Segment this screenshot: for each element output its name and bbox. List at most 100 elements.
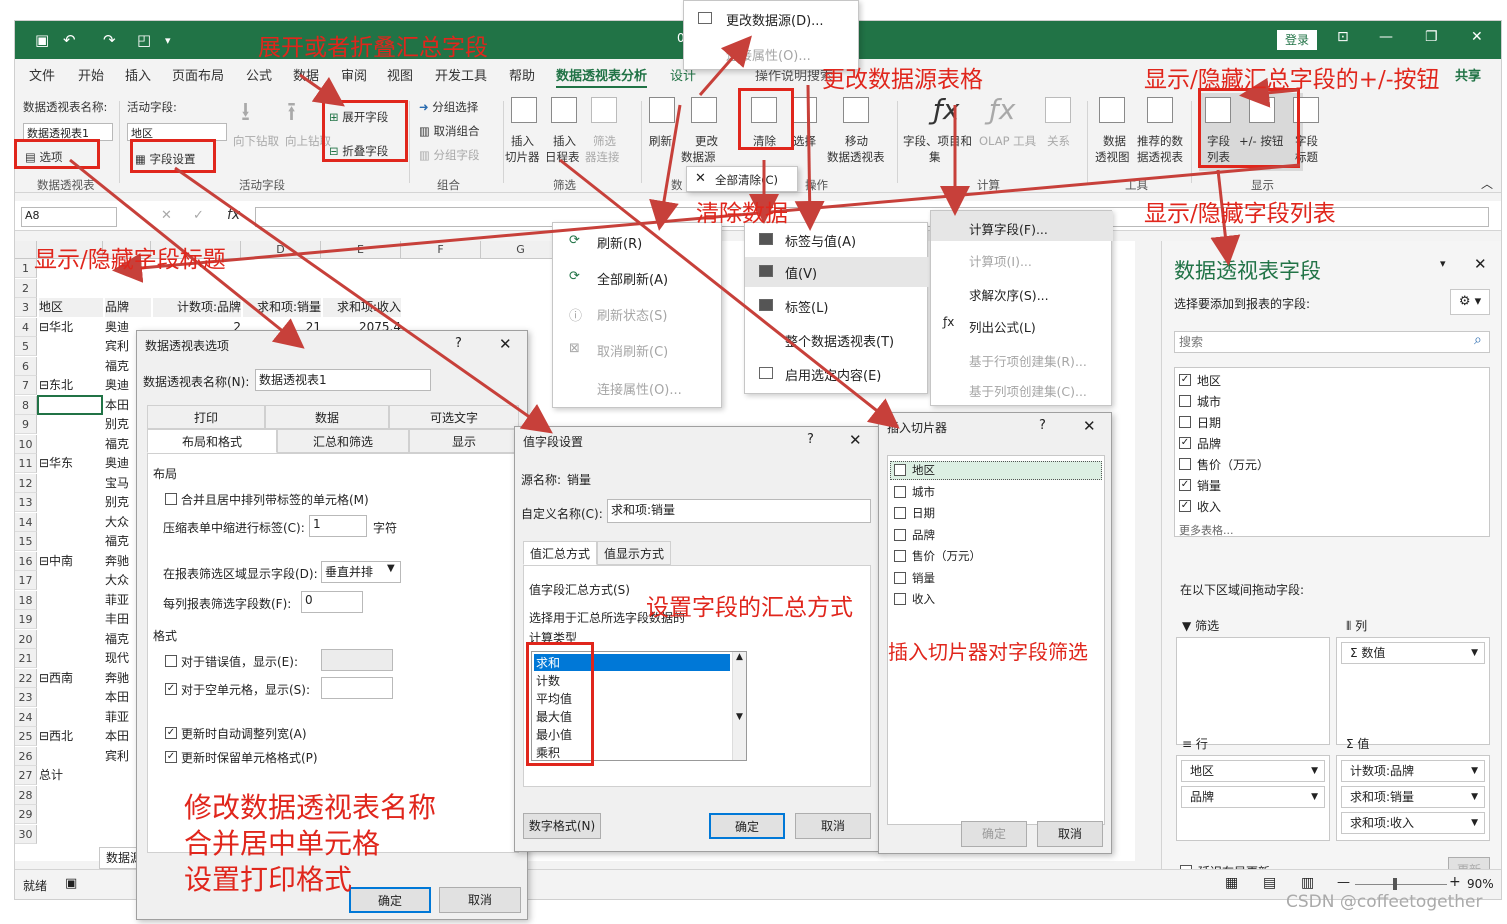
row-header[interactable]: 9 (15, 415, 37, 434)
row-header[interactable]: 6 (15, 356, 37, 376)
sheet-cell[interactable] (243, 259, 321, 278)
col-d[interactable]: D (241, 241, 321, 259)
enter-icon[interactable]: ✓ (193, 208, 204, 223)
normal-view-icon[interactable]: ▦ (1225, 875, 1238, 891)
rows-item-region[interactable]: 地区 ▼ (1181, 760, 1325, 782)
tab-alt-text[interactable]: 可选文字 (389, 405, 519, 429)
col-e[interactable]: E (321, 241, 401, 259)
menu-labels-and-values[interactable]: 标签与值(A) (785, 231, 856, 250)
menu-entire-pivot[interactable]: 整个数据透视表(T) (785, 331, 894, 350)
tab-layout-format[interactable]: 布局和格式 (147, 429, 277, 453)
error-value-input[interactable] (321, 649, 393, 671)
row-header[interactable]: 18 (15, 590, 37, 610)
per-column-spinner[interactable]: 0 (301, 591, 363, 613)
sheet-cell[interactable] (39, 357, 103, 376)
menu-refresh-status[interactable]: 刷新状态(S) (597, 305, 667, 324)
vf-ok-button[interactable]: 确定 (709, 813, 785, 839)
share-button[interactable]: 共享 (1455, 65, 1481, 84)
help-icon[interactable]: ? (455, 336, 462, 351)
sheet-cell[interactable] (39, 571, 103, 590)
sheet-cell[interactable] (39, 786, 103, 805)
tab-pivot-analyze[interactable]: 数据透视表分析 (556, 65, 648, 88)
sheet-cell[interactable] (39, 415, 103, 434)
tab-print[interactable]: 打印 (147, 405, 265, 429)
more-tables-link[interactable]: 更多表格... (1179, 522, 1234, 538)
menu-connection-properties[interactable]: 连接属性(O)... (597, 379, 682, 398)
merge-checkbox[interactable] (165, 493, 177, 505)
sheet-cell[interactable]: ⊟华北 (39, 318, 103, 337)
row-header[interactable]: 11 (15, 454, 37, 473)
sheet-cell[interactable] (39, 747, 103, 766)
relationships-icon[interactable] (1045, 97, 1071, 123)
recommended-pivot-icon[interactable] (1147, 97, 1173, 123)
pt-ok-button[interactable]: 确定 (349, 887, 431, 913)
slicer-field-checkbox[interactable] (894, 485, 906, 498)
menu-calc-item[interactable]: 计算项(I)... (969, 251, 1032, 270)
sheet-cell[interactable] (39, 513, 103, 532)
pane-gear-icon[interactable]: ⚙ ▾ (1450, 289, 1490, 315)
ungroup-button[interactable]: ▥ 取消组合 (419, 123, 480, 139)
row-header[interactable]: 25 (15, 727, 37, 746)
slicer-field-checkbox[interactable] (894, 528, 906, 541)
menu-enable-selection[interactable]: 启用选定内容(E) (785, 365, 881, 384)
indent-spinner[interactable]: 1 (309, 515, 367, 537)
field-checkbox[interactable]: ✓ (1179, 374, 1191, 386)
tab-file[interactable]: 文件 (29, 65, 55, 84)
slicer-field-checkbox[interactable] (894, 571, 906, 584)
drill-down-icon[interactable]: ⭳ (241, 93, 250, 137)
page-layout-view-icon[interactable]: ▤ (1263, 875, 1276, 891)
group-field-button[interactable]: ▥ 分组字段 (419, 147, 480, 163)
col-g[interactable]: G (481, 241, 561, 259)
sheet-cell[interactable]: 求和项:收入 (323, 298, 401, 317)
menu-refresh[interactable]: 刷新(R) (597, 233, 642, 252)
row-header[interactable]: 24 (15, 707, 37, 727)
refresh-icon[interactable] (649, 97, 675, 123)
pt-name-field[interactable]: 数据透视表1 (255, 369, 431, 391)
login-button[interactable]: 登录 (1277, 30, 1317, 50)
sheet-cell[interactable] (323, 259, 401, 278)
help-icon[interactable]: ? (1039, 418, 1046, 433)
redo-icon[interactable]: ↷ (103, 31, 116, 49)
menu-set-rows[interactable]: 基于行项创建集(R)... (969, 351, 1087, 370)
row-header[interactable]: 14 (15, 512, 37, 532)
field-checkbox[interactable] (1179, 458, 1191, 470)
values-item-sum-qty[interactable]: 求和项:销量 ▼ (1341, 786, 1485, 808)
sheet-cell[interactable] (39, 649, 103, 668)
sheet-cell[interactable] (39, 825, 103, 844)
row-header[interactable]: 3 (15, 298, 37, 317)
minimize-icon[interactable]: — (1379, 29, 1393, 45)
dialog-close-icon[interactable]: ✕ (1083, 417, 1096, 435)
ribbon-display-icon[interactable]: ⊡ (1337, 29, 1349, 45)
slicer-icon[interactable] (511, 97, 537, 123)
sheet-cell[interactable]: ⊟中南 (39, 552, 103, 571)
slicer-field-checkbox[interactable] (894, 593, 906, 605)
save-icon[interactable]: ▣ (35, 31, 49, 49)
row-header[interactable]: 19 (15, 610, 37, 629)
sheet-cell[interactable]: ⊟华东 (39, 454, 103, 473)
sheet-cell[interactable] (39, 630, 103, 649)
menu-set-cols[interactable]: 基于列项创建集(C)... (969, 381, 1087, 400)
menu-cancel-refresh[interactable]: 取消刷新(C) (597, 341, 668, 360)
row-header[interactable]: 12 (15, 473, 37, 493)
sheet-cell[interactable] (39, 708, 103, 727)
sheet-cell[interactable]: ⊟东北 (39, 376, 103, 395)
pt-cancel-button[interactable]: 取消 (439, 887, 521, 913)
undo-icon[interactable]: ↶ (63, 31, 76, 49)
pane-options-icon[interactable]: ▾ (1440, 257, 1446, 270)
fx-icon[interactable]: ƒx (933, 93, 959, 126)
zoom-in-icon[interactable]: + (1449, 874, 1461, 890)
row-header[interactable]: 5 (15, 337, 37, 356)
filters-area[interactable] (1176, 637, 1330, 745)
row-header[interactable]: 21 (15, 649, 37, 668)
columns-area[interactable]: Σ 数值 ▼ (1336, 637, 1490, 745)
row-header[interactable]: 29 (15, 805, 37, 824)
slicer-cancel-button[interactable]: 取消 (1037, 821, 1103, 847)
empty-checkbox[interactable]: ✓ (165, 683, 177, 695)
cancel-entry-icon[interactable]: ✕ (161, 208, 172, 223)
vf-cancel-button[interactable]: 取消 (795, 813, 871, 839)
error-checkbox[interactable] (165, 655, 177, 667)
sheet-cell[interactable] (153, 279, 241, 298)
close-icon[interactable]: ✕ (1471, 29, 1483, 45)
tab-totals-filters[interactable]: 汇总和筛选 (277, 429, 409, 453)
slicer-field-checkbox[interactable] (894, 464, 906, 476)
